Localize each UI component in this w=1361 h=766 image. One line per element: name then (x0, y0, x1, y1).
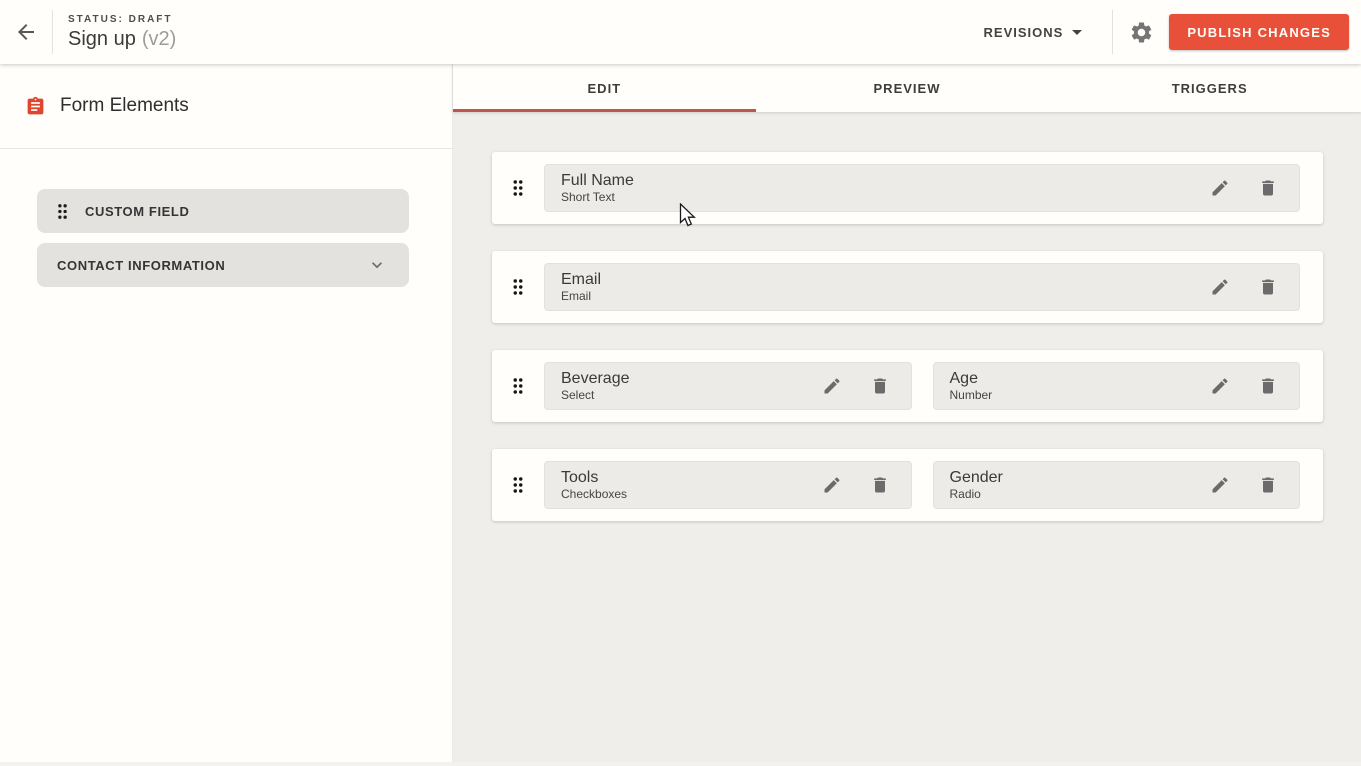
pencil-icon (822, 475, 842, 495)
status-badge: STATUS: DRAFT (68, 14, 176, 25)
delete-field-button[interactable] (863, 465, 897, 505)
field-type: Number (950, 388, 993, 403)
drag-indicator-icon (507, 177, 529, 199)
field-panel-gender[interactable]: Gender Radio (933, 461, 1301, 509)
trash-icon (1258, 475, 1278, 495)
drag-indicator-icon (507, 375, 529, 397)
tab-edit[interactable]: EDIT (453, 64, 756, 112)
field-type: Email (561, 289, 601, 304)
field-panel-age[interactable]: Age Number (933, 362, 1301, 410)
trash-icon (1258, 178, 1278, 198)
edit-field-button[interactable] (815, 465, 849, 505)
sidebar: Form Elements CUSTOM FIELD CONTACT INFOR… (0, 64, 453, 762)
delete-field-button[interactable] (1251, 267, 1285, 307)
row-drag-handle[interactable] (492, 375, 544, 397)
sidebar-header: Form Elements (0, 64, 452, 149)
edit-field-button[interactable] (815, 366, 849, 406)
caret-down-icon (1072, 30, 1082, 35)
edit-field-button[interactable] (1203, 465, 1237, 505)
tab-bar: EDIT PREVIEW TRIGGERS (453, 64, 1361, 112)
drag-indicator-icon (52, 201, 73, 222)
pencil-icon (1210, 178, 1230, 198)
drag-indicator-icon (507, 276, 529, 298)
field-title: Gender (950, 468, 1003, 487)
delete-field-button[interactable] (863, 366, 897, 406)
field-title: Full Name (561, 171, 634, 190)
edit-field-button[interactable] (1203, 168, 1237, 208)
header-divider (52, 10, 53, 54)
edit-field-button[interactable] (1203, 366, 1237, 406)
settings-button[interactable] (1113, 0, 1169, 64)
delete-field-button[interactable] (1251, 366, 1285, 406)
edit-field-button[interactable] (1203, 267, 1237, 307)
field-panel-beverage[interactable]: Beverage Select (544, 362, 912, 410)
pencil-icon (1210, 475, 1230, 495)
form-version: (v2) (142, 28, 176, 50)
field-row-full-name: Full Name Short Text (492, 152, 1323, 224)
pencil-icon (1210, 376, 1230, 396)
trash-icon (870, 376, 890, 396)
gear-icon (1129, 20, 1154, 45)
field-title: Age (950, 369, 993, 388)
revisions-dropdown[interactable]: REVISIONS (984, 15, 1083, 50)
field-type: Short Text (561, 190, 634, 205)
clipboard-icon (25, 95, 46, 118)
delete-field-button[interactable] (1251, 168, 1285, 208)
publish-changes-button[interactable]: PUBLISH CHANGES (1169, 14, 1349, 50)
field-panel-full-name[interactable]: Full Name Short Text (544, 164, 1300, 212)
field-row-email: Email Email (492, 251, 1323, 323)
pencil-icon (1210, 277, 1230, 297)
back-button[interactable] (0, 0, 52, 64)
arrow-left-icon (14, 20, 38, 44)
field-row-beverage-age: Beverage Select Age Number (492, 350, 1323, 422)
field-title: Tools (561, 468, 627, 487)
form-name: Sign up (68, 28, 136, 50)
tab-preview[interactable]: PREVIEW (756, 64, 1059, 112)
form-canvas: Full Name Short Text (453, 112, 1361, 762)
field-title: Email (561, 270, 601, 289)
chevron-down-icon (367, 255, 387, 275)
row-drag-handle[interactable] (492, 276, 544, 298)
pencil-icon (822, 376, 842, 396)
sidebar-items: CUSTOM FIELD CONTACT INFORMATION (0, 149, 452, 297)
sidebar-item-label: CUSTOM FIELD (85, 204, 189, 219)
trash-icon (1258, 376, 1278, 396)
form-title-block: STATUS: DRAFT Sign up (v2) (68, 14, 176, 51)
drag-indicator-icon (507, 474, 529, 496)
sidebar-item-custom-field[interactable]: CUSTOM FIELD (37, 189, 409, 233)
app-header: STATUS: DRAFT Sign up (v2) REVISIONS PUBL… (0, 0, 1361, 64)
row-drag-handle[interactable] (492, 177, 544, 199)
sidebar-title: Form Elements (60, 95, 189, 117)
field-panel-tools[interactable]: Tools Checkboxes (544, 461, 912, 509)
horizontal-scrollbar-track[interactable] (0, 762, 1361, 766)
field-panel-email[interactable]: Email Email (544, 263, 1300, 311)
field-type: Checkboxes (561, 487, 627, 502)
page-title: Sign up (v2) (68, 28, 176, 51)
trash-icon (870, 475, 890, 495)
field-type: Select (561, 388, 630, 403)
sidebar-item-label: CONTACT INFORMATION (57, 258, 225, 273)
field-type: Radio (950, 487, 1003, 502)
main-area: EDIT PREVIEW TRIGGERS Full Name Short Te… (453, 64, 1361, 762)
row-drag-handle[interactable] (492, 474, 544, 496)
tab-triggers[interactable]: TRIGGERS (1058, 64, 1361, 112)
revisions-label: REVISIONS (984, 25, 1064, 40)
trash-icon (1258, 277, 1278, 297)
delete-field-button[interactable] (1251, 465, 1285, 505)
sidebar-item-contact-information[interactable]: CONTACT INFORMATION (37, 243, 409, 287)
field-title: Beverage (561, 369, 630, 388)
field-row-tools-gender: Tools Checkboxes Gender Radio (492, 449, 1323, 521)
